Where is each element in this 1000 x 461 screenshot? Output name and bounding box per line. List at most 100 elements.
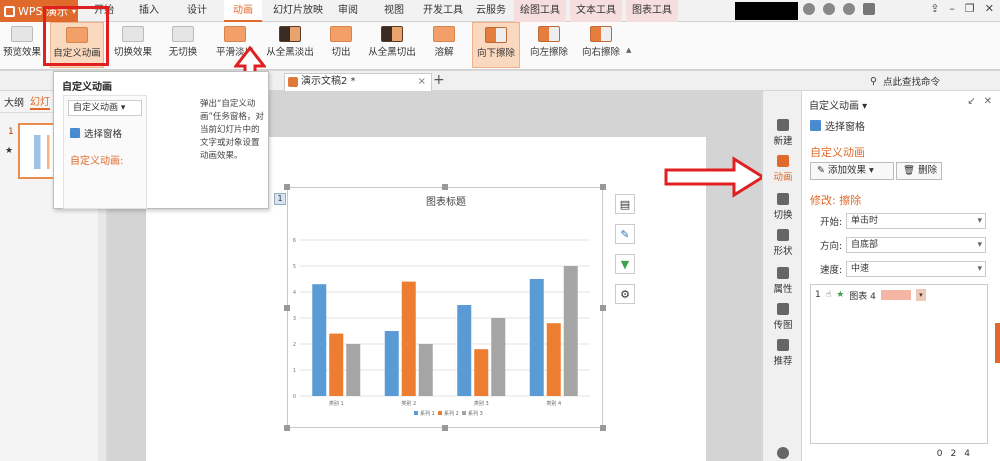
- help-icon[interactable]: [863, 3, 875, 15]
- custom-animation-tooltip: 自定义动画 自定义动画 ▾ 选择窗格 自定义动画: 弹出“自定义动画”任务窗格，…: [53, 71, 269, 209]
- vbar-recommend[interactable]: 推荐: [763, 339, 803, 367]
- slide-number: 1: [8, 127, 14, 137]
- vbar-shape[interactable]: 形状: [763, 229, 803, 257]
- share-icon[interactable]: [843, 3, 855, 15]
- vbar-shape-label: 形状: [773, 246, 793, 257]
- tab-outline[interactable]: 大纲: [4, 94, 24, 109]
- vbar-upload-image[interactable]: 传图: [763, 303, 803, 331]
- direction-label: 方向:: [820, 241, 843, 252]
- animation-list-item[interactable]: 1 ☝ ★ 图表 4 ▾: [815, 288, 983, 302]
- vbar-animation[interactable]: 动画: [763, 155, 803, 183]
- legend-label: 系列 1: [420, 410, 435, 417]
- tab-view[interactable]: 视图: [378, 0, 410, 22]
- bar-3-4: [563, 266, 578, 396]
- tooltip-description: 弹出“自定义动画”任务窗格，对当前幻灯片中的文字或对象设置动画效果。: [200, 99, 264, 161]
- settings-icon[interactable]: [823, 3, 835, 15]
- pane-side-tab[interactable]: [995, 323, 1000, 363]
- resize-handle[interactable]: [442, 425, 448, 431]
- scroll-up-icon[interactable]: ▲: [626, 46, 634, 54]
- wipe-left-icon: [538, 26, 560, 42]
- document-tab[interactable]: 演示文稿2 * ×: [284, 73, 432, 91]
- skin-icon[interactable]: [803, 3, 815, 15]
- transition-smooth-fade-icon: [224, 26, 246, 42]
- close-tab-icon[interactable]: ×: [418, 74, 426, 90]
- ruler-tick: 4: [964, 449, 970, 459]
- tab-developer[interactable]: 开发工具: [420, 0, 466, 22]
- bar-2-2: [401, 281, 416, 396]
- bar-1-1: [312, 284, 327, 396]
- chart-title: 图表标题: [426, 195, 466, 208]
- x-tick-label: 类别 1: [329, 400, 344, 407]
- tab-design[interactable]: 设计: [178, 0, 216, 22]
- resize-handle[interactable]: [600, 184, 606, 190]
- transition-cut-black[interactable]: 从全黑切出: [364, 22, 420, 68]
- pane-header[interactable]: 自定义动画 ▾: [809, 97, 867, 112]
- tooltip-preview-dropdown-label: 自定义动画: [73, 103, 119, 113]
- bar-1-3: [457, 305, 472, 396]
- resize-handle[interactable]: [442, 184, 448, 190]
- resize-handle[interactable]: [284, 184, 290, 190]
- switch-effect-button[interactable]: 切换效果: [112, 22, 154, 68]
- tab-chart-tools[interactable]: 图表工具: [626, 0, 678, 22]
- transition-fade-black[interactable]: 从全黑淡出: [262, 22, 318, 68]
- minimize-icon[interactable]: –: [949, 2, 955, 15]
- close-icon[interactable]: ✕: [985, 2, 994, 15]
- transition-wipe-right[interactable]: 向右擦除: [578, 22, 624, 68]
- chart-style-brush-icon[interactable]: ✎: [615, 224, 635, 244]
- preview-effect-label: 预览效果: [2, 47, 41, 58]
- tab-insert[interactable]: 插入: [130, 0, 168, 22]
- transition-cut-black-icon: [381, 26, 403, 42]
- transition-cut[interactable]: 切出: [324, 22, 358, 68]
- tab-animation[interactable]: 动画: [224, 0, 262, 22]
- transition-dissolve-label: 溶解: [434, 47, 454, 58]
- tab-cloud[interactable]: 云服务: [472, 0, 510, 22]
- vbar-new-label: 新建: [773, 136, 793, 147]
- transition-dissolve[interactable]: 溶解: [428, 22, 460, 68]
- chart-object[interactable]: 图表标题 0123456 类别 1 类别 2 类别 3 类别 4 系列 1 系列 2 系列…: [287, 187, 603, 428]
- vbar-recommend-label: 推荐: [773, 356, 793, 367]
- delete-button[interactable]: 🗑 删除: [896, 162, 942, 180]
- tab-slides[interactable]: 幻灯: [30, 93, 50, 110]
- resize-handle[interactable]: [600, 305, 606, 311]
- chart-elements-icon[interactable]: ▤: [615, 194, 635, 214]
- resize-handle[interactable]: [600, 425, 606, 431]
- speed-label: 速度:: [820, 265, 843, 276]
- item-dropdown-icon[interactable]: ▾: [915, 289, 926, 301]
- speed-row: 速度: 中速: [820, 261, 986, 277]
- add-effect-button[interactable]: ✎ 添加效果 ▾: [810, 162, 894, 180]
- vbar-switch[interactable]: 切换: [763, 193, 803, 221]
- bar-2-3: [474, 349, 489, 396]
- new-tab-icon[interactable]: +: [433, 72, 445, 88]
- start-label: 开始:: [820, 217, 843, 228]
- transition-none[interactable]: 无切换: [164, 22, 202, 68]
- speed-select[interactable]: 中速: [846, 261, 986, 277]
- pane-undock-icon[interactable]: ↙: [967, 96, 975, 107]
- resize-handle[interactable]: [284, 425, 290, 431]
- vbar-new[interactable]: 新建: [763, 119, 803, 147]
- search-icon: ⚲: [870, 75, 877, 87]
- tab-slideshow[interactable]: 幻灯片放映: [270, 0, 326, 22]
- direction-select[interactable]: 自底部: [846, 237, 986, 253]
- chart-filter-icon[interactable]: ▼: [615, 254, 635, 274]
- transition-wipe-down[interactable]: 向下擦除: [472, 22, 520, 68]
- start-select[interactable]: 单击时: [846, 213, 986, 229]
- delete-label: 删除: [918, 165, 938, 176]
- tab-text-tools[interactable]: 文本工具: [570, 0, 622, 22]
- upload-icon[interactable]: ⇪: [930, 2, 939, 15]
- select-pane-link[interactable]: 选择窗格: [810, 118, 865, 133]
- tab-review[interactable]: 审阅: [332, 0, 364, 22]
- resize-handle[interactable]: [284, 305, 290, 311]
- tooltip-preview: 自定义动画 ▾ 选择窗格 自定义动画:: [63, 95, 147, 209]
- legend-label: 系列 3: [468, 410, 483, 417]
- preview-effect-button[interactable]: 预览效果: [2, 22, 42, 68]
- command-search[interactable]: ⚲ 点此查找命令: [870, 74, 940, 89]
- ruler-tick: 0: [936, 449, 943, 459]
- vbar-properties[interactable]: 属性: [763, 267, 803, 295]
- tab-drawing-tools[interactable]: 绘图工具: [514, 0, 566, 22]
- pane-close-icon[interactable]: ✕: [984, 96, 992, 107]
- vbar-help[interactable]: [763, 447, 803, 461]
- transition-wipe-left[interactable]: 向左擦除: [526, 22, 572, 68]
- task-pane-switcher: 新建 动画 切换 形状 属性 传图 推荐: [762, 91, 802, 461]
- restore-icon[interactable]: ❐: [965, 2, 975, 15]
- chart-settings-gear-icon[interactable]: ⚙: [615, 284, 635, 304]
